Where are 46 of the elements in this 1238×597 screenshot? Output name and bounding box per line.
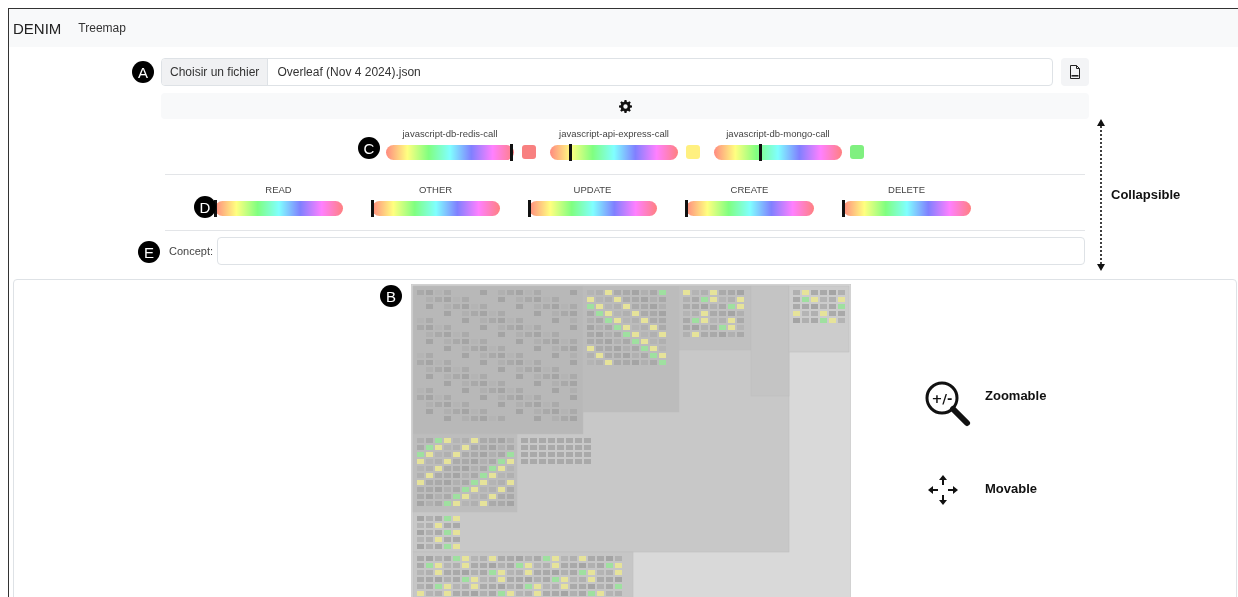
color-slider[interactable] [842,201,971,216]
slider-label: READ [265,184,292,195]
slider-label: javascript-api-express-call [559,128,669,139]
slider-thumb[interactable] [370,200,374,217]
color-slider[interactable] [550,145,678,160]
slider-label: DELETE [888,184,925,195]
slider-thumb[interactable] [841,200,845,217]
json-file-button[interactable] [1061,58,1089,86]
json-file-icon [1069,65,1081,79]
marker-badge: A [132,61,154,83]
slider-label: CREATE [730,184,769,195]
slider-label: javascript-db-mongo-call [726,128,830,139]
slider-label: UPDATE [573,184,612,195]
color-slider[interactable] [214,201,343,216]
slider-label: javascript-db-redis-call [402,128,498,139]
color-slider[interactable] [685,201,814,216]
file-input[interactable]: Choisir un fichier Overleaf (Nov 4 2024).json [161,58,1053,86]
slider-thumb[interactable] [510,144,514,161]
slider-label: OTHER [418,184,453,195]
color-slider[interactable] [528,201,657,216]
marker-badge: B [380,285,402,307]
annotation-label: Movable [985,481,1037,496]
marker-badge: C [358,137,380,159]
annotation-label: Collapsible [1111,187,1181,202]
nav-link[interactable]: Treemap [78,21,126,35]
field-label: Concept: [169,245,214,257]
color-swatch[interactable] [850,145,864,159]
settings-icon[interactable] [618,99,632,113]
slider-thumb[interactable] [569,144,573,161]
brand-name[interactable]: DENIM [13,19,62,37]
color-slider[interactable] [714,145,842,160]
move-arrows-icon [927,474,959,506]
concept-field[interactable] [217,237,1085,265]
slider-thumb[interactable] [527,200,531,217]
color-swatch[interactable] [522,145,536,159]
annotation-label: Zoomable [985,388,1047,403]
color-slider[interactable] [371,201,500,216]
marker-badge: D [194,196,216,218]
color-swatch[interactable] [686,145,700,159]
slider-thumb[interactable] [759,144,763,161]
choose-file-button[interactable]: Choisir un fichier [162,59,269,85]
color-slider[interactable] [386,145,514,160]
marker-badge: E [138,241,160,263]
file-name: Overleaf (Nov 4 2024).json [276,64,421,81]
double-arrow-icon [1096,119,1106,271]
slider-thumb[interactable] [684,200,688,217]
